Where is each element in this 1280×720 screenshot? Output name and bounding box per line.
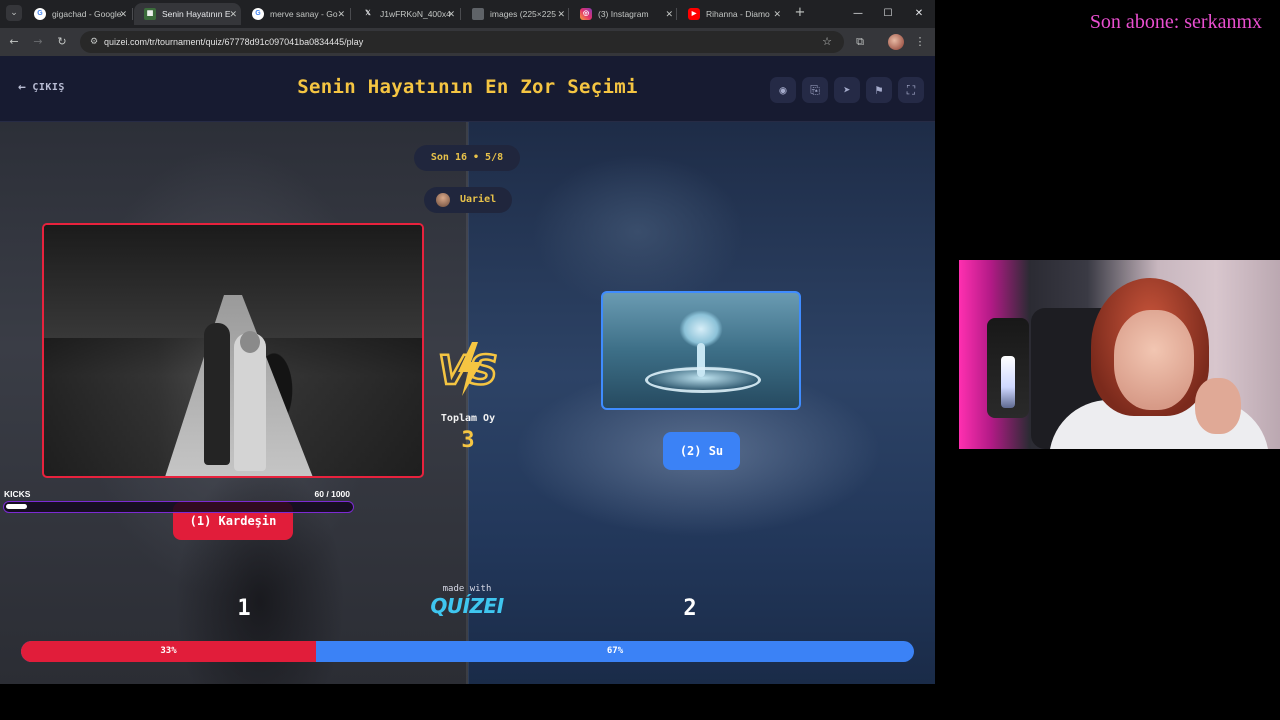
- side-number-right: 2: [683, 596, 697, 621]
- fullscreen-icon[interactable]: ⛶: [898, 77, 924, 103]
- tab-label: Rihanna - Diamo: [706, 9, 770, 19]
- streamer-face: [1114, 310, 1194, 410]
- flag-icon[interactable]: ⚑: [866, 77, 892, 103]
- close-icon[interactable]: ✕: [447, 3, 455, 25]
- forward-icon[interactable]: →: [30, 34, 46, 50]
- extensions-icon[interactable]: ⧉: [852, 34, 868, 50]
- made-with-label: made with: [442, 584, 492, 594]
- image-water-ring: [645, 367, 761, 393]
- total-votes-label: Toplam Oy: [440, 413, 496, 424]
- address-bar[interactable]: ⚙ quizei.com/tr/tournament/quiz/67778d91…: [80, 31, 844, 53]
- maximize-icon[interactable]: ☐: [873, 4, 903, 24]
- tab-youtube[interactable]: ▶ Rihanna - Diamo ✕: [678, 3, 785, 25]
- player-name: Uariel: [460, 194, 497, 205]
- vote-split-bar: 33% 67%: [21, 641, 914, 662]
- kicks-goal-fill: [6, 504, 27, 509]
- profile-avatar[interactable]: [888, 34, 904, 50]
- screen: ⌄ G gigachad - Google ✕ ▦ Senin Hayatını…: [0, 0, 1280, 720]
- side-number-left: 1: [237, 596, 251, 621]
- x-logo-icon: 𝕏: [365, 10, 371, 17]
- google-icon: G: [252, 8, 264, 20]
- tab-label: merve sanay - Go: [270, 9, 338, 19]
- vote-share-left: 33%: [21, 641, 316, 662]
- page-header: ← ÇIKIŞ Senin Hayatının En Zor Seçimi ◉ ⎘…: [0, 56, 935, 122]
- menu-kebab-icon[interactable]: ⋮: [912, 34, 928, 50]
- tab-divider: [568, 8, 569, 20]
- webcam-feed: [959, 260, 1280, 449]
- total-votes-value: 3: [461, 428, 475, 453]
- google-icon: G: [34, 8, 46, 20]
- tab-images[interactable]: images (225×225 ✕: [462, 3, 569, 25]
- close-icon[interactable]: ✕: [665, 3, 673, 25]
- kicks-goal-count: 60 / 1000: [314, 489, 350, 499]
- send-icon[interactable]: ➤: [834, 77, 860, 103]
- close-window-icon[interactable]: ✕: [904, 4, 934, 24]
- bookmark-star-icon[interactable]: ☆: [822, 34, 832, 50]
- tab-label: (3) Instagram: [598, 9, 649, 19]
- tab-label: J1wFRKoN_400x4: [380, 9, 451, 19]
- tab-divider: [350, 8, 351, 20]
- tab-label: images (225×225: [490, 9, 556, 19]
- choice-image-right[interactable]: [601, 291, 801, 410]
- browser-toolbar: ← → ↻ ⚙ quizei.com/tr/tournament/quiz/67…: [0, 28, 935, 56]
- tab-gigachad[interactable]: G gigachad - Google ✕: [24, 3, 131, 25]
- image-icon: [472, 8, 484, 20]
- tab-merve-sanay[interactable]: G merve sanay - Go ✕: [242, 3, 349, 25]
- close-icon[interactable]: ✕: [337, 3, 345, 25]
- reload-icon[interactable]: ↻: [54, 34, 70, 50]
- back-icon[interactable]: ←: [6, 34, 22, 50]
- image-child-1: [204, 323, 230, 465]
- quiz-page: ← ÇIKIŞ Senin Hayatının En Zor Seçimi ◉ ⎘…: [0, 56, 935, 684]
- kicks-goal-bar: [3, 501, 354, 513]
- round-indicator: Son 16 • 5/8: [414, 145, 520, 171]
- minimize-icon[interactable]: —: [843, 4, 873, 24]
- image-child-2: [234, 331, 266, 471]
- close-icon[interactable]: ✕: [229, 3, 237, 25]
- choice-image-left[interactable]: [42, 223, 424, 478]
- streamer-hand: [1195, 378, 1241, 434]
- quizei-favicon-icon: ▦: [144, 8, 156, 20]
- microphone: [987, 318, 1029, 418]
- choice-button-right[interactable]: (2) Su: [663, 432, 740, 470]
- latest-subscriber-text: Son abone: serkanmx: [1089, 11, 1262, 33]
- vs-lightning-icon: VS: [437, 342, 499, 396]
- tab-label: gigachad - Google: [52, 9, 122, 19]
- tab-search-icon[interactable]: ⌄: [6, 5, 22, 21]
- new-tab-icon[interactable]: +: [792, 5, 808, 21]
- tab-instagram[interactable]: ◎ (3) Instagram ✕: [570, 3, 677, 25]
- instagram-icon: ◎: [580, 8, 592, 20]
- tab-quizei[interactable]: ▦ Senin Hayatının E ✕: [134, 3, 241, 25]
- url-text: quizei.com/tr/tournament/quiz/67778d91c0…: [104, 37, 364, 47]
- player-badge: Uariel: [424, 187, 512, 213]
- site-info-icon[interactable]: ⚙: [86, 34, 102, 50]
- tab-divider: [460, 8, 461, 20]
- close-icon[interactable]: ✕: [119, 3, 127, 25]
- eye-icon[interactable]: ◉: [770, 77, 796, 103]
- vote-share-right: 67%: [606, 646, 624, 656]
- tab-divider: [132, 8, 133, 20]
- quizei-logo[interactable]: QUÍZEI: [420, 594, 514, 618]
- tab-x-image[interactable]: 𝕏 J1wFRKoN_400x4 ✕: [352, 3, 459, 25]
- tab-strip: ⌄ G gigachad - Google ✕ ▦ Senin Hayatını…: [0, 0, 935, 28]
- close-icon[interactable]: ✕: [773, 3, 781, 25]
- youtube-icon: ▶: [688, 8, 700, 20]
- share-icon[interactable]: ⎘: [802, 77, 828, 103]
- tab-divider: [676, 8, 677, 20]
- tab-label: Senin Hayatının E: [162, 9, 231, 19]
- close-icon[interactable]: ✕: [557, 3, 565, 25]
- kicks-goal-label: KICKS: [4, 489, 31, 499]
- browser-window: ⌄ G gigachad - Google ✕ ▦ Senin Hayatını…: [0, 0, 935, 684]
- avatar: [436, 193, 450, 207]
